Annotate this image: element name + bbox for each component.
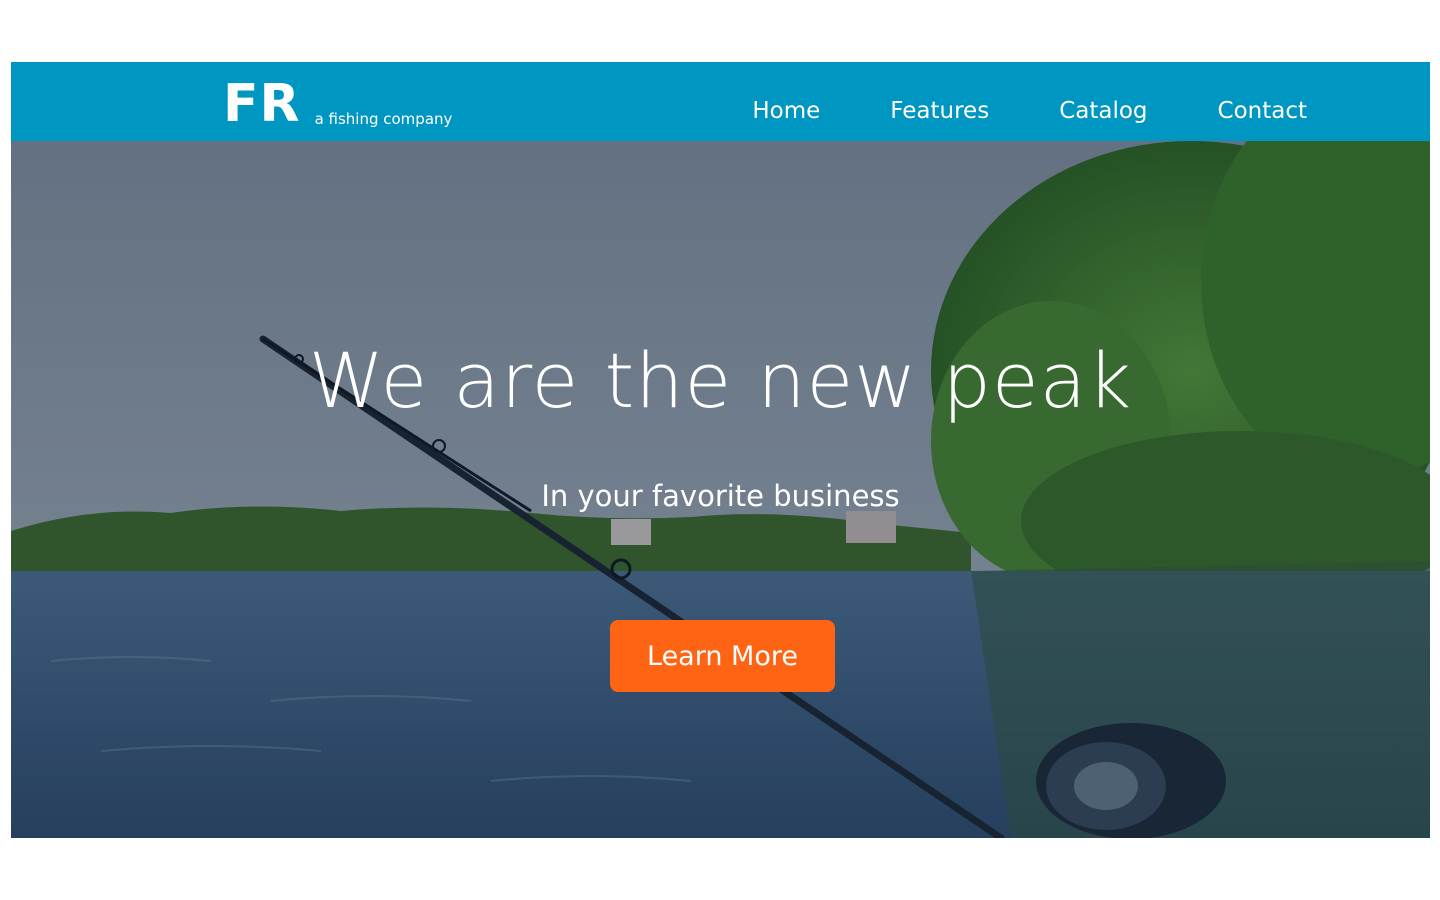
page-frame: FR a fishing company Home Features Catal… [11, 62, 1430, 838]
brand-logo-mark: FR [223, 74, 301, 134]
brand-tagline: a fishing company [314, 110, 453, 128]
hero-content: We are the new peak In your favorite bus… [11, 141, 1430, 838]
top-navbar: FR a fishing company Home Features Catal… [11, 62, 1430, 141]
hero-headline: We are the new peak [308, 336, 1133, 425]
hero-subheadline: In your favorite business [541, 479, 900, 513]
brand-logo-link[interactable]: FR a fishing company [223, 74, 452, 134]
hero-section: We are the new peak In your favorite bus… [11, 141, 1430, 838]
nav-link-catalog[interactable]: Catalog [1059, 98, 1147, 124]
nav-link-features[interactable]: Features [890, 98, 989, 124]
main-nav: Home Features Catalog Contact [752, 62, 1307, 141]
nav-link-home[interactable]: Home [752, 98, 820, 124]
nav-link-contact[interactable]: Contact [1218, 98, 1307, 124]
learn-more-button[interactable]: Learn More [610, 620, 835, 692]
